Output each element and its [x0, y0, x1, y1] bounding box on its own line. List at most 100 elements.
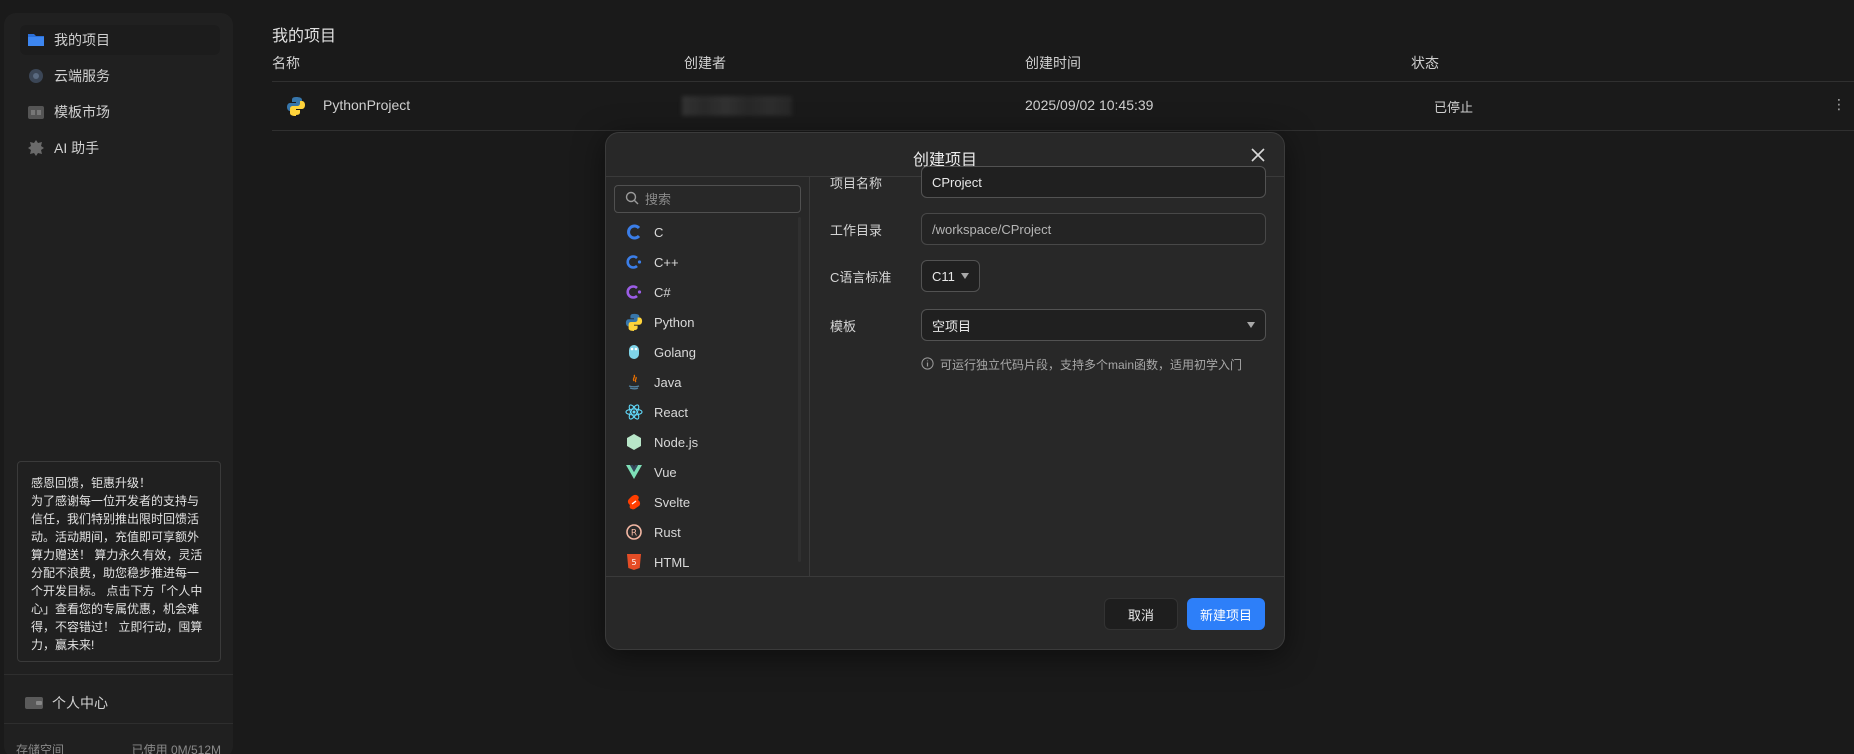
language-item-vue[interactable]: Vue	[614, 457, 794, 487]
sidebar-item-label: AI 助手	[54, 140, 100, 156]
sidebar-item-my-projects[interactable]: 我的项目	[20, 25, 220, 55]
svg-text:R: R	[631, 529, 637, 539]
c-icon	[624, 222, 644, 242]
work-dir-label: 工作目录	[830, 223, 883, 238]
nodejs-icon	[624, 432, 644, 452]
search-icon	[625, 191, 639, 208]
sidebar-divider	[4, 723, 233, 724]
language-label: Vue	[654, 464, 677, 480]
project-status: 已停止	[1434, 100, 1474, 115]
template-hint: 可运行独立代码片段，支持多个main函数，适用初学入门	[921, 356, 1242, 373]
java-icon	[624, 372, 644, 392]
language-label: Golang	[654, 344, 696, 360]
work-dir-value: /workspace/CProject	[932, 221, 1052, 237]
language-item-nodejs[interactable]: Node.js	[614, 427, 794, 457]
language-list: C C++ C# Python Golang Java React Node.j…	[614, 217, 794, 577]
csharp-icon	[624, 282, 644, 302]
language-label: Rust	[654, 524, 681, 540]
create-project-button[interactable]: 新建项目	[1187, 598, 1265, 630]
language-label: Svelte	[654, 494, 691, 510]
language-item-c[interactable]: C	[614, 217, 794, 247]
promo-notice: 感恩回馈，钜惠升级！ 为了感谢每一位开发者的支持与信任，我们特别推出限时回馈活动…	[17, 461, 221, 662]
language-list-scrollbar[interactable]	[798, 217, 801, 562]
promo-text: 感恩回馈，钜惠升级！ 为了感谢每一位开发者的支持与信任，我们特别推出限时回馈活动…	[31, 476, 203, 652]
column-header-created-time: 创建时间	[1025, 55, 1081, 71]
language-item-rust[interactable]: R Rust	[614, 517, 794, 547]
react-icon	[624, 402, 644, 422]
sidebar-item-cloud-service[interactable]: 云端服务	[20, 61, 220, 91]
project-name[interactable]: PythonProject	[323, 97, 410, 113]
storage-value: 已使用 0M/512M	[131, 743, 221, 754]
more-options-icon[interactable]: ⋮	[1832, 96, 1846, 113]
rust-icon: R	[624, 522, 644, 542]
language-label: C	[654, 224, 664, 240]
project-name-field[interactable]: CProject	[921, 166, 1266, 198]
hint-text: 可运行独立代码片段，支持多个main函数，适用初学入门	[940, 358, 1243, 372]
language-label: HTML	[654, 554, 690, 570]
language-item-python[interactable]: Python	[614, 307, 794, 337]
wallet-icon	[24, 693, 44, 713]
c-standard-value: C11	[932, 268, 955, 284]
dialog-divider	[606, 576, 1284, 577]
sidebar-item-label: 云端服务	[54, 68, 110, 84]
language-label: React	[654, 404, 688, 420]
language-label: C++	[654, 254, 679, 270]
project-name-label: 项目名称	[830, 176, 883, 191]
sidebar-divider	[4, 674, 233, 675]
language-item-golang[interactable]: Golang	[614, 337, 794, 367]
language-label: Python	[654, 314, 695, 330]
svg-text:5: 5	[631, 558, 636, 567]
work-dir-field[interactable]: /workspace/CProject	[921, 213, 1266, 245]
cloud-service-icon	[26, 66, 46, 86]
template-value: 空项目	[932, 318, 972, 334]
golang-icon	[624, 342, 644, 362]
storage-label: 存储空间	[16, 743, 65, 754]
storage-info: 存储空间 已使用 0M/512M	[16, 741, 221, 754]
table-row[interactable]: PythonProject 2025/09/02 10:45:39 已停止 ⋮	[272, 82, 1854, 130]
chevron-down-icon	[1247, 322, 1255, 328]
cpp-icon	[624, 252, 644, 272]
store-icon	[26, 102, 46, 122]
sidebar-item-label: 我的项目	[54, 32, 110, 48]
python-icon	[624, 312, 644, 332]
language-item-java[interactable]: Java	[614, 367, 794, 397]
dialog-divider	[809, 176, 810, 576]
language-item-svelte[interactable]: Svelte	[614, 487, 794, 517]
language-item-react[interactable]: React	[614, 397, 794, 427]
template-label: 模板	[830, 319, 857, 334]
sidebar-item-ai-assistant[interactable]: AI 助手	[20, 133, 220, 163]
info-icon	[921, 356, 934, 373]
project-created-time: 2025/09/02 10:45:39	[1025, 97, 1154, 113]
language-item-cpp[interactable]: C++	[614, 247, 794, 277]
language-item-html[interactable]: 5 HTML	[614, 547, 794, 577]
template-select[interactable]: 空项目	[921, 309, 1266, 341]
chevron-down-icon	[961, 273, 969, 279]
c-standard-select[interactable]: C11	[921, 260, 980, 292]
column-header-name: 名称	[272, 55, 300, 71]
page-title: 我的项目	[272, 28, 337, 45]
python-icon	[286, 96, 306, 119]
search-input[interactable]	[645, 191, 785, 207]
column-header-status: 状态	[1411, 55, 1439, 71]
vue-icon	[624, 462, 644, 482]
cancel-button[interactable]: 取消	[1104, 598, 1178, 630]
row-divider	[272, 130, 1854, 131]
creator-avatar	[682, 96, 792, 116]
close-icon[interactable]	[1246, 143, 1270, 167]
sidebar: 我的项目 云端服务 模板市场 AI 助手 感恩回馈，钜惠升级！ 为了感谢每一位开…	[4, 13, 233, 754]
sidebar-item-template-market[interactable]: 模板市场	[20, 97, 220, 127]
sidebar-item-label: 模板市场	[54, 104, 110, 120]
svelte-icon	[624, 492, 644, 512]
language-label: Node.js	[654, 434, 699, 450]
column-header-creator: 创建者	[684, 55, 726, 71]
personal-center-label: 个人中心	[52, 695, 108, 711]
language-search[interactable]	[614, 185, 801, 213]
create-project-dialog: 创建项目 C C++ C# Python Golang	[605, 132, 1285, 650]
personal-center-link[interactable]: 个人中心	[24, 693, 108, 713]
c-standard-label: C语言标准	[830, 270, 892, 285]
language-item-csharp[interactable]: C#	[614, 277, 794, 307]
language-label: Java	[654, 374, 682, 390]
ai-assistant-icon	[26, 138, 46, 158]
folder-icon	[26, 30, 46, 50]
html-icon: 5	[624, 552, 644, 572]
